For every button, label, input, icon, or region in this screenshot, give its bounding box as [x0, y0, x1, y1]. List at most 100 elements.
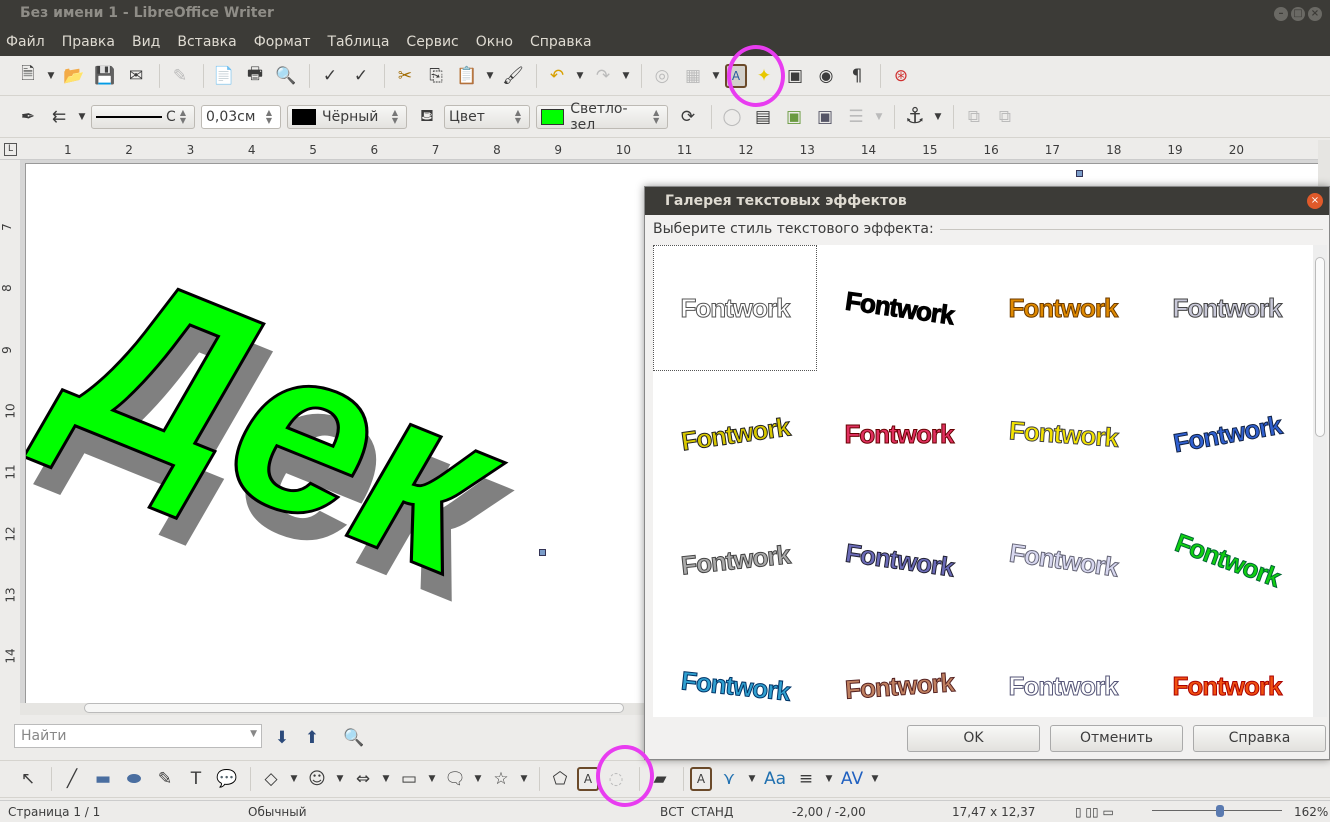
menu-item[interactable]: Справка [530, 34, 592, 56]
gallery-item[interactable]: Fontwork [981, 623, 1145, 717]
rotate-icon[interactable]: ⟳ [674, 103, 702, 131]
ok-button[interactable]: OK [907, 725, 1040, 752]
line-color-select[interactable]: Чёрный ▲ ▼ [287, 104, 407, 129]
gallery-item[interactable]: Fontwork [981, 371, 1145, 497]
table-icon[interactable]: ▦ [679, 62, 707, 90]
gallery-item[interactable]: Fontwork [1145, 497, 1309, 623]
line-icon[interactable]: ╱ [58, 765, 86, 793]
horizontal-scrollbar[interactable] [20, 703, 644, 715]
fontwork-align-icon[interactable]: ≡ [792, 765, 820, 793]
help-button[interactable]: Справка [1193, 725, 1326, 752]
view-layout-icons[interactable]: ▯ ▯▯ ▭ [1075, 805, 1114, 819]
zoom-level[interactable]: 162% [1294, 805, 1328, 819]
zoom-slider-handle[interactable] [1216, 805, 1224, 817]
gallery-item[interactable]: Fontwork [653, 371, 817, 497]
menu-item[interactable]: Формат [254, 34, 311, 56]
undo-icon[interactable]: ↶ [543, 62, 571, 90]
dropdown-arrow[interactable]: ▼ [823, 765, 835, 793]
menu-item[interactable]: Файл [6, 34, 45, 56]
gallery-item[interactable]: Fontwork [817, 245, 981, 371]
area-color-select[interactable]: Светло-зел ▲ ▼ [536, 101, 668, 133]
dialog-close-button[interactable]: × [1307, 193, 1323, 209]
gallery-item[interactable]: Fontwork [981, 245, 1145, 371]
edit-mode-icon[interactable]: ✎ [166, 62, 194, 90]
maximize-button[interactable]: □ [1291, 7, 1305, 21]
export-pdf-icon[interactable]: 📄 [210, 62, 238, 90]
paste-icon[interactable]: 📋 [453, 62, 481, 90]
horizontal-ruler[interactable]: L 1 2 3 4 5 6 7 8 9 10 11 12 13 14 15 16 17 18 19 20 [0, 140, 1318, 160]
gallery-scrollbar[interactable] [1313, 245, 1327, 717]
dropdown-arrow[interactable]: ▼ [288, 765, 300, 793]
rectangle-icon[interactable]: ▬ [89, 765, 117, 793]
menu-item[interactable]: Таблица [328, 34, 390, 56]
menu-item[interactable]: Окно [476, 34, 513, 56]
cancel-button[interactable]: Отменить [1050, 725, 1183, 752]
gallery-item[interactable]: Fontwork [653, 623, 817, 717]
menu-item[interactable]: Вид [132, 34, 160, 56]
fontwork-shape-icon[interactable]: ⋎ [715, 765, 743, 793]
minimize-button[interactable]: – [1274, 7, 1288, 21]
print-icon[interactable]: 🖶 [241, 62, 269, 90]
find-replace-icon[interactable]: 🔍 [340, 724, 368, 752]
callouts-icon[interactable]: 🗨 [441, 765, 469, 793]
select-icon[interactable]: ↖ [14, 765, 42, 793]
dropdown-arrow[interactable]: ▼ [380, 765, 392, 793]
page-style[interactable]: Обычный [248, 805, 307, 819]
line-icon[interactable]: ✒ [14, 103, 42, 131]
gallery-icon[interactable]: ▣ [781, 62, 809, 90]
help-icon[interactable]: ⊛ [887, 62, 915, 90]
gallery-item[interactable]: Fontwork [981, 497, 1145, 623]
open-icon[interactable]: 📂 [60, 62, 88, 90]
gallery-item[interactable]: Fontwork [653, 497, 817, 623]
gallery-item[interactable]: Fontwork [817, 623, 981, 717]
gallery-item[interactable]: Fontwork [817, 497, 981, 623]
text-icon[interactable]: T [182, 765, 210, 793]
selection-handle[interactable] [539, 549, 546, 556]
basic-shapes-icon[interactable]: ◇ [257, 765, 285, 793]
hyperlink-icon[interactable]: ◎ [648, 62, 676, 90]
print-preview-icon[interactable]: 🔍 [272, 62, 300, 90]
callout-icon[interactable]: 💬 [213, 765, 241, 793]
pilcrow-icon[interactable]: ¶ [843, 62, 871, 90]
insert-mode[interactable]: ВСТ [660, 805, 684, 819]
fontwork-same-height-icon[interactable]: Aa [761, 765, 789, 793]
email-icon[interactable]: ✉ [122, 62, 150, 90]
flowchart-icon[interactable]: ▭ [395, 765, 423, 793]
line-width-field[interactable]: 0,03см ▲ ▼ [201, 104, 281, 129]
close-window-button[interactable]: × [1308, 7, 1322, 21]
dropdown-arrow[interactable]: ▼ [932, 103, 944, 131]
find-previous-icon[interactable]: ⬆ [298, 724, 326, 752]
dropdown-arrow[interactable]: ▼ [76, 103, 88, 131]
dropdown-arrow[interactable]: ▼ [574, 62, 586, 90]
send-back-icon[interactable]: ▣ [811, 103, 839, 131]
copy-icon[interactable]: ⎘ [422, 62, 450, 90]
freeform-icon[interactable]: ✎ [151, 765, 179, 793]
gallery-item[interactable]: Fontwork [1145, 623, 1309, 717]
clone-format-icon[interactable]: 🖌 [499, 62, 527, 90]
symbol-shapes-icon[interactable]: ☺ [303, 765, 331, 793]
menu-item[interactable]: Правка [62, 34, 115, 56]
vertical-ruler[interactable]: 7 8 9 10 11 12 13 14 [0, 160, 20, 715]
find-input[interactable]: Найти ▼ [14, 724, 262, 748]
menu-item[interactable]: Вставка [177, 34, 236, 56]
fontwork-gallery-icon[interactable]: A [690, 767, 712, 791]
dropdown-arrow[interactable]: ▼ [45, 62, 57, 90]
navigator-icon[interactable]: ◉ [812, 62, 840, 90]
tab-stop-icon[interactable]: L [4, 143, 17, 156]
stars-icon[interactable]: ☆ [487, 765, 515, 793]
ellipse-icon[interactable]: ⬬ [120, 765, 148, 793]
area-fill-icon[interactable]: ⛾ [413, 103, 441, 131]
dropdown-arrow[interactable]: ▼ [869, 765, 881, 793]
cut-icon[interactable]: ✂ [391, 62, 419, 90]
anchor-icon[interactable]: ⚓ [901, 103, 929, 131]
redo-icon[interactable]: ↷ [589, 62, 617, 90]
arrow-style-icon[interactable]: ⇇ [45, 103, 73, 131]
dropdown-arrow[interactable]: ▼ [710, 62, 722, 90]
dropdown-arrow[interactable]: ▼ [746, 765, 758, 793]
line-style-select[interactable]: С ▲ ▼ [91, 104, 195, 129]
save-icon[interactable]: 💾 [91, 62, 119, 90]
selection-mode[interactable]: СТАНД [691, 805, 733, 819]
dropdown-arrow[interactable]: ▼ [620, 62, 632, 90]
bring-front-icon[interactable]: ▣ [780, 103, 808, 131]
fontwork-spacing-icon[interactable]: AV [838, 765, 866, 793]
